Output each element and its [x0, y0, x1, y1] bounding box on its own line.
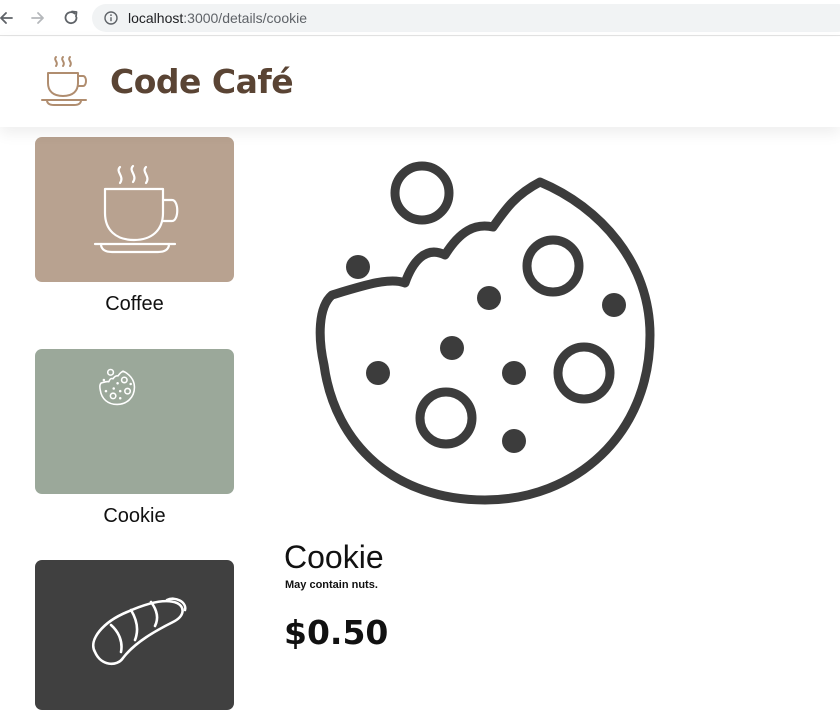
menu-card-cookie[interactable]: [35, 349, 234, 494]
arrow-left-icon: [0, 12, 13, 24]
app-title[interactable]: Code Café: [110, 62, 294, 101]
product-description: May contain nuts.: [285, 579, 378, 591]
url-host: localhost: [128, 10, 184, 26]
product-price: $0.50: [284, 613, 389, 652]
croissant-icon: [92, 597, 187, 666]
coffee-cup-icon: [93, 164, 179, 254]
info-icon: [104, 11, 118, 25]
browser-toolbar: localhost:3000/details/cookie: [0, 0, 840, 36]
product-name: Cookie: [284, 539, 384, 575]
cookie-icon: [99, 368, 136, 406]
reload-button[interactable]: [59, 6, 83, 30]
app-header: Code Café: [0, 37, 840, 127]
coffee-cup-icon[interactable]: [38, 53, 92, 109]
reload-icon: [64, 10, 78, 25]
address-bar[interactable]: localhost:3000/details/cookie: [92, 4, 840, 32]
arrow-right-icon: [31, 12, 44, 24]
url-text: localhost:3000/details/cookie: [128, 10, 307, 26]
menu-label-coffee[interactable]: Coffee: [35, 293, 234, 316]
forward-button[interactable]: [26, 6, 50, 30]
cookie-icon: [315, 161, 655, 505]
url-path: :3000/details/cookie: [183, 10, 308, 26]
menu-label-cookie[interactable]: Cookie: [35, 505, 234, 528]
back-button[interactable]: [0, 6, 18, 30]
menu-card-croissant[interactable]: [35, 560, 234, 710]
menu-card-coffee[interactable]: [35, 137, 234, 282]
